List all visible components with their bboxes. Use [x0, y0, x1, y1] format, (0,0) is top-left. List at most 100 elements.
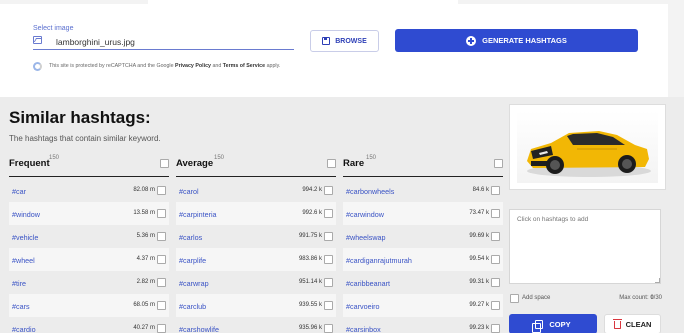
- hashtag-row[interactable]: #wheelswap 99.69 k: [343, 225, 503, 248]
- column-divider: [343, 176, 503, 177]
- generate-hashtags-button[interactable]: GENERATE HASHTAGS: [395, 29, 638, 52]
- hashtag-row[interactable]: #carsinbox 99.23 k: [343, 317, 503, 333]
- select-image-label: Select image: [33, 25, 74, 32]
- hashtag-link[interactable]: #wheelswap: [346, 233, 386, 242]
- hashtag-checkbox[interactable]: [324, 232, 333, 241]
- save-icon: [322, 37, 331, 45]
- hashtag-post-count: 99.23 k: [469, 325, 489, 331]
- hashtag-checkbox[interactable]: [491, 186, 500, 195]
- hashtag-checkbox[interactable]: [491, 278, 500, 287]
- hashtag-checkbox[interactable]: [157, 301, 166, 310]
- hashtag-checkbox[interactable]: [324, 255, 333, 264]
- browse-button[interactable]: BROWSE: [310, 30, 379, 52]
- hashtag-post-count: 82.08 m: [133, 187, 155, 193]
- hashtag-row[interactable]: #carvoeiro 99.27 k: [343, 294, 503, 317]
- hashtag-link[interactable]: #carsinbox: [346, 325, 381, 333]
- hashtag-row[interactable]: #caribbeanart 99.31 k: [343, 271, 503, 294]
- hashtag-link[interactable]: #car: [12, 187, 26, 196]
- hashtag-link[interactable]: #carwindow: [346, 210, 384, 219]
- hashtag-checkbox[interactable]: [157, 324, 166, 333]
- hashtag-checkbox[interactable]: [491, 301, 500, 310]
- hashtag-checkbox[interactable]: [157, 186, 166, 195]
- hashtag-link[interactable]: #carbonwheels: [346, 187, 394, 196]
- recaptcha-notice: This site is protected by reCAPTCHA and …: [49, 63, 281, 69]
- car-photo: [517, 111, 658, 183]
- hashtag-checkbox[interactable]: [157, 209, 166, 218]
- hashtag-link[interactable]: #carwrap: [179, 279, 209, 288]
- select-all-checkbox[interactable]: [160, 159, 169, 168]
- hashtag-link[interactable]: #carlos: [179, 233, 202, 242]
- hashtag-row[interactable]: #carwindow 73.47 k: [343, 202, 503, 225]
- hashtag-checkbox[interactable]: [491, 232, 500, 241]
- hashtag-link[interactable]: #window: [12, 210, 40, 219]
- hashtag-checkbox[interactable]: [157, 232, 166, 241]
- copy-icon: [532, 319, 544, 333]
- hashtag-checkbox[interactable]: [324, 186, 333, 195]
- hashtag-link[interactable]: #carol: [179, 187, 199, 196]
- select-all-checkbox[interactable]: [494, 159, 503, 168]
- plus-circle-icon: [466, 35, 477, 46]
- hashtag-link[interactable]: #cardio: [12, 325, 36, 333]
- hashtag-row[interactable]: #vehicle 5.36 m: [9, 225, 169, 248]
- hashtag-link[interactable]: #cardiganrajutmurah: [346, 256, 412, 265]
- hashtag-checkbox[interactable]: [491, 255, 500, 264]
- file-name-input[interactable]: [56, 35, 293, 49]
- column-title: Average: [176, 158, 214, 169]
- hashtag-post-count: 84.6 k: [472, 187, 489, 193]
- column-header: Average 150: [176, 152, 336, 178]
- hashtag-checkbox[interactable]: [491, 209, 500, 218]
- hashtag-checkbox[interactable]: [157, 255, 166, 264]
- hashtag-row[interactable]: #cars 68.05 m: [9, 294, 169, 317]
- hashtag-post-count: 935.96 k: [298, 325, 322, 331]
- car-illustration: [527, 131, 651, 177]
- hashtag-link[interactable]: #carplife: [179, 256, 206, 265]
- add-space-checkbox[interactable]: [510, 294, 519, 303]
- hashtag-link[interactable]: #carshowlife: [179, 325, 219, 333]
- hashtag-row[interactable]: #carclub 939.55 k: [176, 294, 336, 317]
- hashtag-link[interactable]: #wheel: [12, 256, 35, 265]
- hashtag-link[interactable]: #carpinteria: [179, 210, 217, 219]
- hashtag-checkbox[interactable]: [324, 209, 333, 218]
- hashtag-row[interactable]: #car 82.08 m: [9, 179, 169, 202]
- select-all-checkbox[interactable]: [327, 159, 336, 168]
- hashtag-post-count: 4.37 m: [136, 256, 155, 262]
- hashtag-row[interactable]: #carshowlife 935.96 k: [176, 317, 336, 333]
- hashtag-checkbox[interactable]: [491, 324, 500, 333]
- hashtag-row[interactable]: #carbonwheels 84.6 k: [343, 179, 503, 202]
- hashtag-row[interactable]: #carol 994.2 k: [176, 179, 336, 202]
- clean-button[interactable]: CLEAN: [604, 314, 661, 333]
- clean-button-label: CLEAN: [625, 319, 652, 329]
- hashtag-checkbox[interactable]: [157, 278, 166, 287]
- hashtag-checkbox[interactable]: [324, 301, 333, 310]
- hashtag-post-count: 992.6 k: [302, 210, 322, 216]
- selected-hashtags-textarea[interactable]: [509, 209, 661, 284]
- hashtag-link[interactable]: #carclub: [179, 302, 206, 311]
- hashtag-row[interactable]: #wheel 4.37 m: [9, 248, 169, 271]
- hashtag-row[interactable]: #carwrap 951.14 k: [176, 271, 336, 294]
- terms-of-service-link[interactable]: Terms of Service: [223, 63, 265, 69]
- hashtag-row[interactable]: #carpinteria 992.6 k: [176, 202, 336, 225]
- copy-button-label: COPY: [549, 319, 571, 329]
- hashtag-row[interactable]: #cardio 40.27 m: [9, 317, 169, 333]
- column-count: 150: [214, 155, 225, 161]
- image-preview-card: [509, 104, 666, 190]
- hashtag-link[interactable]: #carvoeiro: [346, 302, 380, 311]
- hashtag-post-count: 13.58 m: [133, 210, 155, 216]
- hashtag-checkbox[interactable]: [324, 278, 333, 287]
- hashtag-row[interactable]: #cardiganrajutmurah 99.54 k: [343, 248, 503, 271]
- hashtag-link[interactable]: #vehicle: [12, 233, 38, 242]
- privacy-policy-link[interactable]: Privacy Policy: [175, 63, 211, 69]
- hashtag-row[interactable]: #tire 2.82 m: [9, 271, 169, 294]
- hashtag-link[interactable]: #caribbeanart: [346, 279, 390, 288]
- file-input-underline: [33, 49, 294, 50]
- hashtag-row[interactable]: #carplife 983.86 k: [176, 248, 336, 271]
- resize-handle[interactable]: [655, 278, 660, 283]
- hashtag-column-rare: Rare 150 #carbonwheels 84.6 k #carwindow 73…: [343, 152, 503, 333]
- hashtag-row[interactable]: #carlos 991.75 k: [176, 225, 336, 248]
- copy-button[interactable]: COPY: [509, 314, 597, 333]
- hashtag-link[interactable]: #cars: [12, 302, 30, 311]
- hashtag-post-count: 99.69 k: [469, 233, 489, 239]
- hashtag-checkbox[interactable]: [324, 324, 333, 333]
- hashtag-row[interactable]: #window 13.58 m: [9, 202, 169, 225]
- hashtag-link[interactable]: #tire: [12, 279, 26, 288]
